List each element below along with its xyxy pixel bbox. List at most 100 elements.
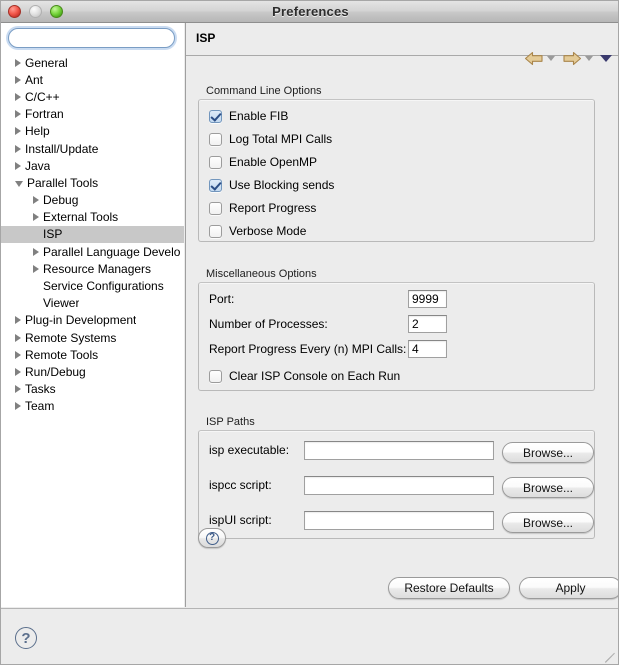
path-row: ispcc script: Browse... [209, 475, 594, 498]
sidebar-item-help[interactable]: Help [1, 123, 184, 140]
twisty-collapsed-icon[interactable] [33, 196, 39, 205]
page-navigation-controls [524, 51, 612, 66]
twisty-collapsed-icon[interactable] [15, 110, 21, 119]
page-help-button[interactable]: ? [198, 528, 226, 548]
sidebar-item-c-c[interactable]: C/C++ [1, 88, 184, 105]
sidebar-item-label: Team [25, 399, 55, 414]
sidebar-item-service-configurations[interactable]: Service Configurations [1, 277, 184, 294]
restore-defaults-button[interactable]: Restore Defaults [388, 577, 510, 599]
checkbox-enable-openmp[interactable]: Enable OpenMP [209, 155, 317, 169]
twisty-collapsed-icon[interactable] [15, 127, 21, 136]
sidebar-item-install-update[interactable]: Install/Update [1, 140, 184, 157]
checkbox-checked-icon[interactable] [209, 109, 222, 123]
checkbox-label: Log Total MPI Calls [229, 132, 333, 146]
sidebar-item-label: Service Configurations [43, 279, 164, 294]
sidebar-item-fortran[interactable]: Fortran [1, 106, 184, 123]
input-ispcc-script[interactable] [304, 475, 494, 495]
sidebar-item-team[interactable]: Team [1, 398, 184, 415]
field-row: Number of Processes: [209, 315, 447, 333]
window-title: Preferences [272, 4, 349, 19]
twisty-expanded-icon[interactable] [15, 181, 23, 188]
isp-paths-body: isp executable: Browse... ispcc script: Bro… [198, 430, 595, 539]
forward-arrow-icon[interactable] [562, 51, 582, 66]
preferences-tree[interactable]: General Ant C/C++ Fortran Help Install/Update… [1, 54, 184, 599]
twisty-collapsed-icon[interactable] [15, 333, 21, 342]
checkbox-unchecked-icon[interactable] [209, 132, 222, 146]
twisty-collapsed-icon[interactable] [15, 350, 21, 359]
miscellaneous-options-group: Miscellaneous Options Port: Number of Pro… [198, 268, 595, 391]
sidebar-item-remote-systems[interactable]: Remote Systems [1, 329, 184, 346]
checkbox-unchecked-icon[interactable] [209, 369, 222, 383]
twisty-collapsed-icon[interactable] [33, 213, 39, 222]
sidebar-item-tasks[interactable]: Tasks [1, 381, 184, 398]
search-input[interactable] [8, 28, 175, 48]
sidebar-item-label: Ant [25, 72, 44, 87]
miscellaneous-options-title: Miscellaneous Options [206, 268, 317, 280]
field-row: Report Progress Every (n) MPI Calls: [209, 340, 447, 358]
sidebar-item-label: Run/Debug [25, 364, 86, 379]
input-isp-executable[interactable] [304, 440, 494, 460]
twisty-collapsed-icon[interactable] [15, 367, 21, 376]
twisty-collapsed-icon[interactable] [15, 316, 21, 325]
checkbox-enable-fib[interactable]: Enable FIB [209, 109, 288, 123]
back-history-chevron-down-icon[interactable] [547, 56, 555, 61]
checkbox-checked-icon[interactable] [209, 178, 222, 192]
twisty-collapsed-icon[interactable] [15, 58, 21, 67]
sidebar-item-isp[interactable]: ISP [1, 225, 184, 244]
sidebar-item-parallel-tools[interactable]: Parallel Tools [1, 174, 184, 191]
question-mark-icon: ? [205, 531, 219, 545]
path-row: isp executable: Browse... [209, 440, 594, 463]
path-row: ispUI script: Browse... [209, 510, 594, 533]
forward-history-chevron-down-icon[interactable] [585, 56, 593, 61]
dialog-help-button[interactable]: ? [15, 627, 37, 649]
sidebar-item-viewer[interactable]: Viewer [1, 295, 184, 312]
input-report-progress-every-n-mpi-calls[interactable] [408, 340, 447, 358]
checkbox-label: Clear ISP Console on Each Run [229, 369, 401, 383]
checkbox-report-progress[interactable]: Report Progress [209, 201, 316, 215]
sidebar-item-parallel-language-develo[interactable]: Parallel Language Develo [1, 243, 184, 260]
checkbox-verbose-mode[interactable]: Verbose Mode [209, 224, 306, 238]
sidebar-item-external-tools[interactable]: External Tools [1, 209, 184, 226]
path-label: ispcc script: [209, 478, 272, 492]
sidebar-item-remote-tools[interactable]: Remote Tools [1, 346, 184, 363]
input-port[interactable] [408, 290, 447, 308]
twisty-collapsed-icon[interactable] [15, 92, 21, 101]
checkbox-unchecked-icon[interactable] [209, 224, 222, 238]
sidebar-item-plug-in-development[interactable]: Plug-in Development [1, 312, 184, 329]
checkbox-unchecked-icon[interactable] [209, 155, 222, 169]
dialog-bottom-bar: ? Cancel OK [1, 608, 618, 664]
checkbox-clear-isp-console-on-each-run[interactable]: Clear ISP Console on Each Run [209, 369, 400, 383]
twisty-collapsed-icon[interactable] [33, 247, 39, 256]
back-arrow-icon[interactable] [524, 51, 544, 66]
apply-button[interactable]: Apply [519, 577, 618, 599]
sidebar-item-label: Help [25, 124, 50, 139]
sidebar-item-debug[interactable]: Debug [1, 192, 184, 209]
checkbox-unchecked-icon[interactable] [209, 201, 222, 215]
sidebar-item-label: Resource Managers [43, 261, 152, 276]
browse-button[interactable]: Browse... [502, 442, 594, 463]
checkbox-log-total-mpi-calls[interactable]: Log Total MPI Calls [209, 132, 332, 146]
browse-button[interactable]: Browse... [502, 512, 594, 533]
twisty-collapsed-icon[interactable] [15, 385, 21, 394]
twisty-collapsed-icon[interactable] [15, 144, 21, 153]
command-line-options-title: Command Line Options [206, 85, 322, 97]
twisty-collapsed-icon[interactable] [15, 402, 21, 411]
twisty-collapsed-icon[interactable] [15, 75, 21, 84]
page-menu-chevron-down-icon[interactable] [600, 55, 612, 62]
checkbox-label: Report Progress [229, 201, 317, 215]
checkbox-label: Use Blocking sends [229, 178, 335, 192]
resize-grip[interactable] [604, 650, 618, 664]
input-ispui-script[interactable] [304, 510, 494, 530]
sidebar-item-java[interactable]: Java [1, 157, 184, 174]
sidebar-item-general[interactable]: General [1, 54, 184, 71]
sidebar-item-run-debug[interactable]: Run/Debug [1, 363, 184, 380]
input-number-of-processes[interactable] [408, 315, 447, 333]
sidebar-item-label: Parallel Language Develo [43, 244, 181, 259]
sidebar-item-resource-managers[interactable]: Resource Managers [1, 260, 184, 277]
twisty-collapsed-icon[interactable] [15, 161, 21, 170]
sidebar-item-label: Viewer [43, 296, 80, 311]
browse-button[interactable]: Browse... [502, 477, 594, 498]
twisty-collapsed-icon[interactable] [33, 264, 39, 273]
checkbox-use-blocking-sends[interactable]: Use Blocking sends [209, 178, 334, 192]
sidebar-item-ant[interactable]: Ant [1, 71, 184, 88]
